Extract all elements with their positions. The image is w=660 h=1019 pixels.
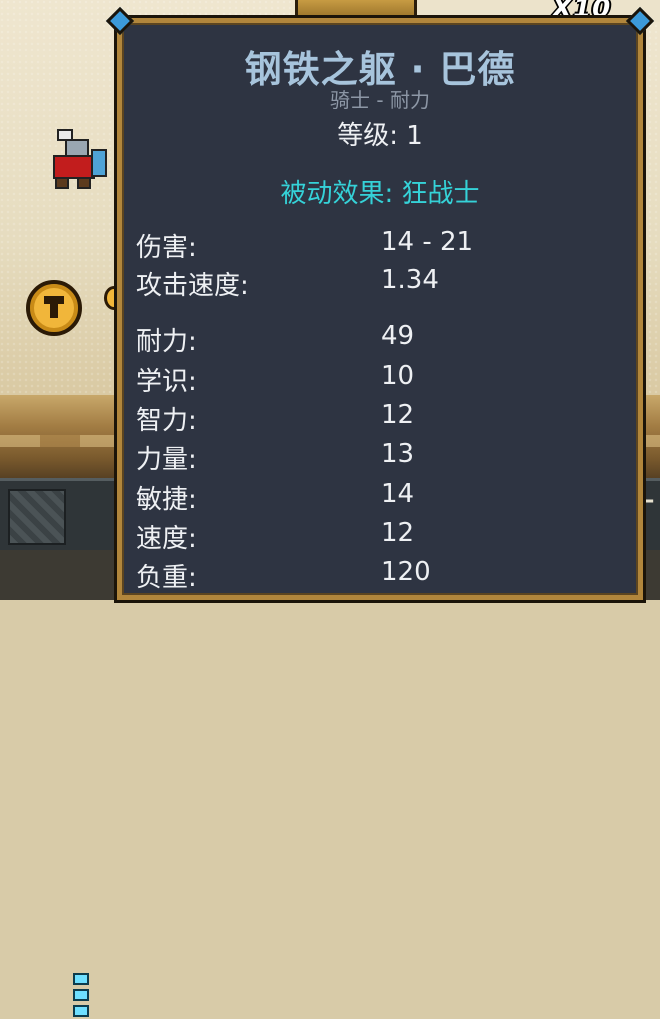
stat-value: 13: [381, 439, 415, 469]
stat-label: 伤害:: [136, 233, 197, 263]
stat-label: 负重:: [136, 563, 197, 593]
stat-value: 10: [381, 361, 415, 391]
stat-label: 耐力:: [136, 327, 197, 357]
stat-label: 敏捷:: [136, 485, 197, 515]
stat-value: 14 - 21: [381, 227, 474, 257]
stat-row-attack-speed: 攻击速度: 1.34: [136, 265, 636, 301]
stat-row-strength: 力量: 13: [136, 439, 636, 475]
stat-row-intelligence: 智力: 12: [136, 400, 636, 436]
toolbar-slot[interactable]: [8, 489, 66, 545]
stat-row-knowledge: 学识: 10: [136, 361, 636, 397]
stat-value: 14: [381, 479, 415, 509]
knight-unit-icon[interactable]: [48, 128, 108, 192]
stat-label: 智力:: [136, 406, 197, 436]
hero-level: 等级: 1: [337, 121, 423, 151]
stat-value: 1.34: [381, 265, 439, 295]
hero-tooltip-panel: 钢铁之躯 · 巴德 骑士 - 耐力 等级: 1 被动效果: 狂战士 伤害: 14…: [105, 6, 655, 603]
stat-label: 攻击速度:: [136, 271, 249, 301]
stat-value: 12: [381, 400, 415, 430]
gold-coin-icon[interactable]: [26, 280, 82, 336]
stat-label: 速度:: [136, 524, 197, 554]
gem-column-icon: [70, 969, 92, 1019]
stat-label: 学识:: [136, 367, 197, 397]
passive-effect: 被动效果: 狂战士: [280, 179, 480, 209]
stat-label: 力量:: [136, 445, 197, 475]
stat-row-stamina: 耐力: 49: [136, 321, 636, 357]
stat-value: 120: [381, 557, 431, 587]
stat-row-damage: 伤害: 14 - 21: [136, 227, 636, 263]
stat-value: 49: [381, 321, 415, 351]
hero-class: 骑士 - 耐力: [330, 88, 430, 112]
stat-row-agility: 敏捷: 14: [136, 479, 636, 515]
stat-row-speed: 速度: 12: [136, 518, 636, 554]
stat-row-load: 负重: 120: [136, 557, 636, 593]
stat-value: 12: [381, 518, 415, 548]
